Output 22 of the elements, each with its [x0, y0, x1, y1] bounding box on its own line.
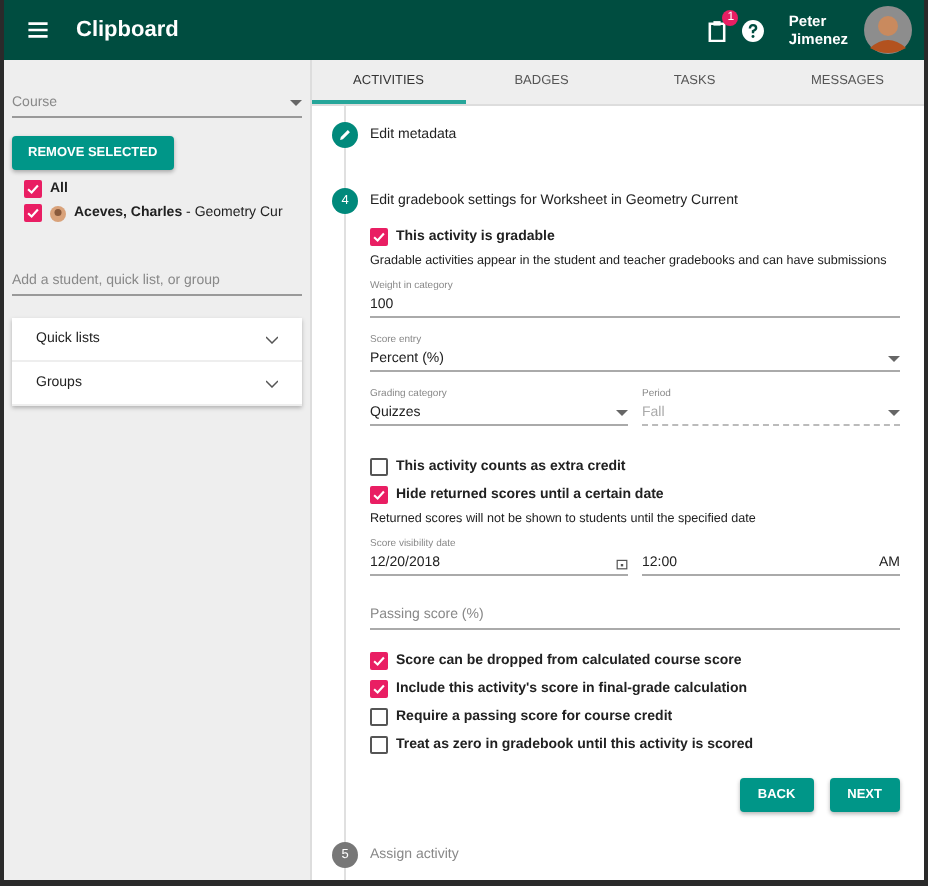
dropdown-caret-icon	[888, 356, 900, 363]
checkbox[interactable]	[370, 458, 388, 477]
app-title: Clipboard	[76, 18, 179, 42]
clipboard-icon[interactable]	[708, 19, 727, 41]
dropdown-caret-icon	[888, 410, 900, 417]
calendar-icon	[616, 557, 628, 570]
pencil-icon	[338, 128, 352, 142]
help-icon[interactable]	[742, 19, 765, 41]
checkbox[interactable]	[24, 180, 42, 198]
checkbox[interactable]	[370, 228, 388, 246]
checkbox[interactable]	[370, 680, 388, 699]
checkbox[interactable]	[370, 486, 388, 505]
menu-icon[interactable]	[28, 22, 48, 38]
chevron-icon	[266, 335, 278, 343]
checkbox[interactable]	[370, 652, 388, 671]
checkbox[interactable]	[370, 736, 388, 755]
dropdown-caret-icon	[616, 410, 628, 417]
checkbox[interactable]	[24, 204, 42, 222]
checkbox[interactable]	[370, 708, 388, 727]
avatar[interactable]	[864, 6, 912, 54]
chevron-icon	[266, 379, 278, 387]
dropdown-caret-icon	[290, 100, 302, 106]
